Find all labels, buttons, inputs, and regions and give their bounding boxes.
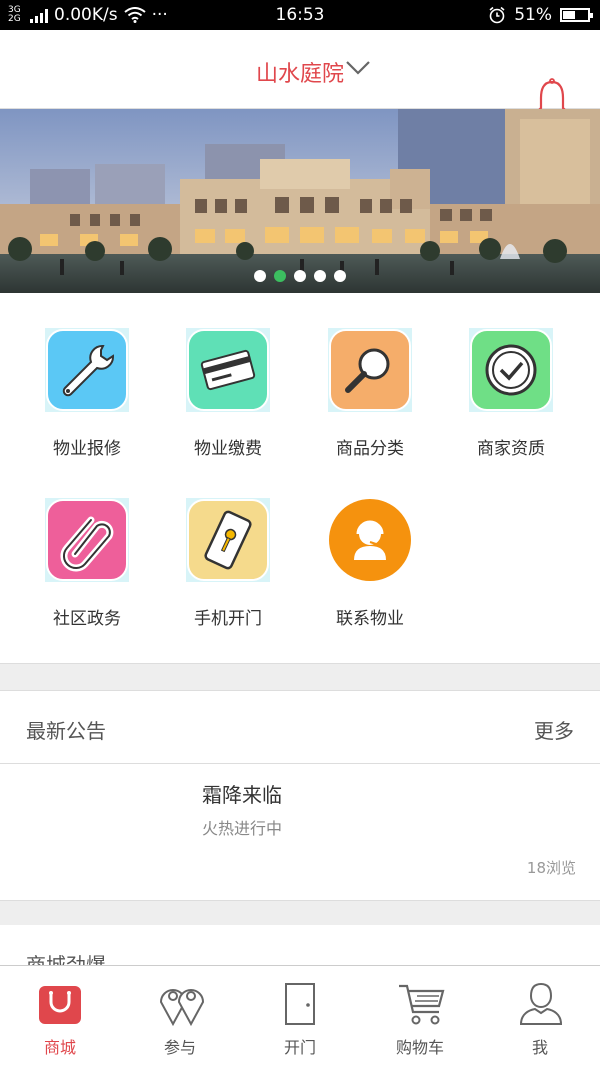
community-title[interactable]: 山水庭院 <box>0 56 600 88</box>
tab-mall[interactable]: 商城 <box>0 966 120 1067</box>
service-community-affairs[interactable]: 社区政务 <box>17 490 157 640</box>
promo-banner[interactable] <box>0 109 600 293</box>
service-label: 商品分类 <box>336 439 404 459</box>
pagination-dot[interactable] <box>314 270 326 282</box>
app-header: 山水庭院 <box>0 30 600 120</box>
status-right: 51% <box>488 5 593 25</box>
door-icon <box>285 983 315 1025</box>
alarm-icon <box>489 6 505 24</box>
mall-section-header: 商城劲爆 <box>0 925 600 965</box>
card-icon <box>186 328 270 412</box>
notice-header: 最新公告 更多 <box>0 690 600 764</box>
cart-icon <box>399 984 445 1025</box>
tab-cart[interactable]: 购物车 <box>360 966 480 1067</box>
pagination-dot[interactable] <box>274 270 286 282</box>
check-circle-icon <box>469 328 553 412</box>
location-pins-icon <box>159 989 205 1027</box>
status-bar: 3G 2G 0.00K/s ··· 16:53 51% <box>0 0 600 30</box>
section-divider <box>0 901 600 925</box>
service-grid: 物业报修 物业缴费 商品分类 商家资质 社区政务 手机开门 联系物业 <box>0 320 600 662</box>
pagination-dot[interactable] <box>294 270 306 282</box>
tab-me[interactable]: 我 <box>480 966 600 1067</box>
banner-image <box>0 109 600 293</box>
banner-pagination[interactable] <box>0 270 600 282</box>
notice-subtitle: 火热进行中 <box>202 819 283 838</box>
wrench-icon <box>45 328 129 412</box>
tab-label: 购物车 <box>395 1038 444 1057</box>
service-contact-property[interactable]: 联系物业 <box>300 490 440 640</box>
battery-icon <box>560 8 593 22</box>
mall-section-title: 商城劲爆 <box>26 953 106 965</box>
section-divider <box>0 663 600 690</box>
service-product-categories[interactable]: 商品分类 <box>300 320 440 470</box>
service-label: 手机开门 <box>194 609 262 629</box>
chevron-down-icon[interactable] <box>344 56 372 80</box>
magnifier-icon <box>328 328 412 412</box>
service-agent-icon <box>329 499 411 581</box>
battery-fill <box>563 11 575 19</box>
service-phone-unlock[interactable]: 手机开门 <box>158 490 298 640</box>
tab-label: 商城 <box>43 1038 76 1057</box>
tab-label: 开门 <box>283 1038 316 1057</box>
service-label: 商家资质 <box>477 439 545 459</box>
service-property-repair[interactable]: 物业报修 <box>17 320 157 470</box>
phone-key-icon <box>186 498 270 582</box>
user-icon <box>519 982 563 1025</box>
pagination-dot[interactable] <box>334 270 346 282</box>
battery-percent: 51% <box>514 5 552 25</box>
notice-item[interactable]: 霜降来临 火热进行中 18浏览 <box>0 763 600 901</box>
notice-title: 霜降来临 <box>202 783 282 807</box>
tab-open-door[interactable]: 开门 <box>240 966 360 1067</box>
notice-section-title: 最新公告 <box>26 719 106 743</box>
notice-views: 18浏览 <box>526 859 576 877</box>
service-label: 社区政务 <box>53 609 121 629</box>
shopping-bag-icon <box>39 986 81 1024</box>
tab-label: 我 <box>531 1038 548 1057</box>
paperclip-icon <box>45 498 129 582</box>
tab-label: 参与 <box>163 1038 196 1057</box>
bottom-tab-bar: 商城 参与 开门 购物车 我 <box>0 965 600 1067</box>
service-merchant-qualification[interactable]: 商家资质 <box>441 320 581 470</box>
service-label: 物业缴费 <box>194 439 262 459</box>
service-label: 物业报修 <box>53 439 121 459</box>
service-property-payment[interactable]: 物业缴费 <box>158 320 298 470</box>
service-label: 联系物业 <box>336 609 404 629</box>
tab-participate[interactable]: 参与 <box>120 966 240 1067</box>
pagination-dot[interactable] <box>254 270 266 282</box>
notice-more-link[interactable]: 更多 <box>534 715 574 744</box>
